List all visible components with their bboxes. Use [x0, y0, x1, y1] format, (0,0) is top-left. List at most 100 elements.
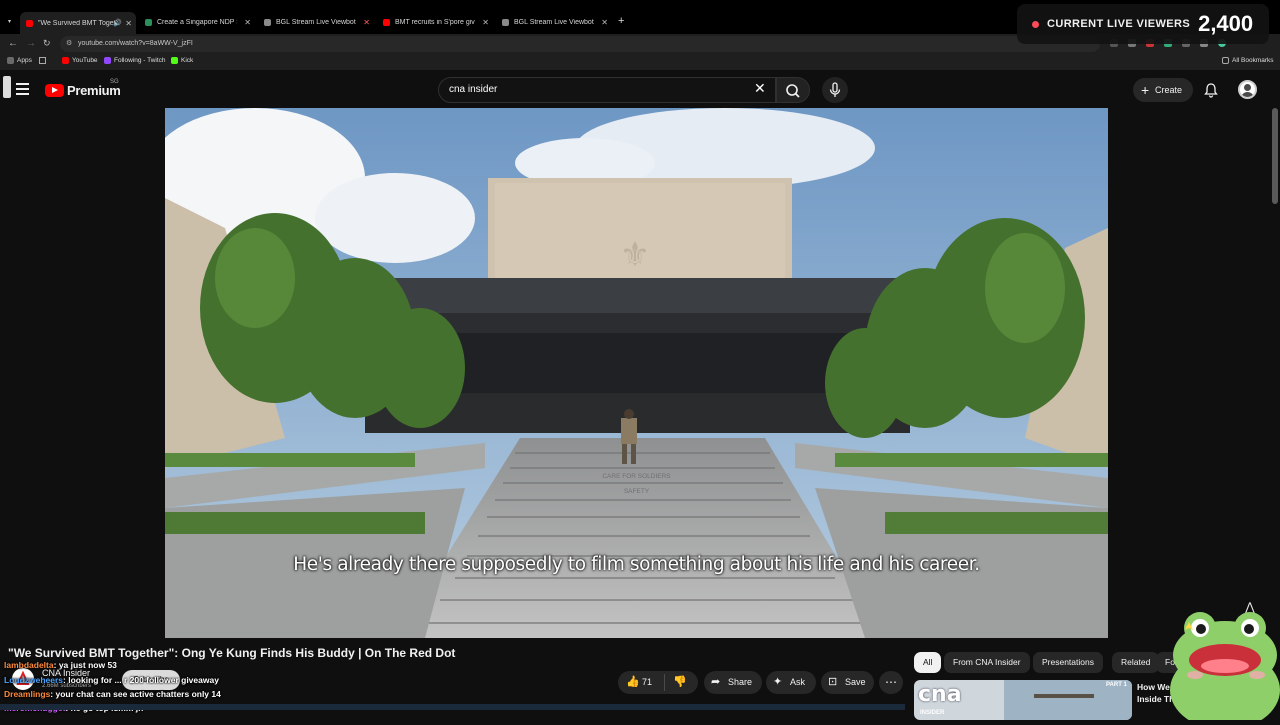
- address-bar[interactable]: ⚙ youtube.com/watch?v=8aWW-V_jzFI: [60, 36, 1100, 52]
- chip-presentations[interactable]: Presentations: [1033, 652, 1103, 673]
- tab-close-icon[interactable]: ✕: [482, 18, 489, 27]
- chat-username: lambdadelta: [4, 660, 54, 670]
- thumbnail-logo-text: cna: [918, 682, 962, 707]
- thumbnail-detail: [1034, 694, 1094, 698]
- bookmark-label: Following - Twitch: [114, 57, 166, 64]
- search-icon: [786, 84, 800, 98]
- create-label: Create: [1155, 85, 1183, 95]
- tab-search-icon[interactable]: ▾: [8, 18, 11, 25]
- tab-title: "We Survived BMT Togethe: [38, 19, 118, 27]
- tab-title: BGL Stream Live Viewbots: [514, 19, 594, 26]
- country-code: SG: [110, 79, 119, 85]
- bookmark-kick[interactable]: Kick: [171, 57, 193, 64]
- browser-tab[interactable]: Create a Singapore NDP Song ✕: [139, 13, 255, 32]
- bookmark-label: Kick: [181, 57, 194, 64]
- chat-text: ya just now 53: [58, 660, 117, 670]
- speaker-icon[interactable]: 🔊: [113, 19, 122, 27]
- chip-related[interactable]: Related: [1112, 652, 1160, 673]
- reload-icon[interactable]: ↻: [43, 38, 51, 49]
- browser-tab[interactable]: BMT recruits in S'pore given m ✕: [377, 13, 493, 32]
- chip-all[interactable]: All: [914, 652, 942, 673]
- save-button[interactable]: ⊡ Save: [821, 671, 874, 694]
- youtube-header: Premium SG cna insider ✕ + Create: [0, 70, 1280, 108]
- tab-close-icon[interactable]: ✕: [363, 18, 370, 27]
- chat-text: looking for ... r 200 follower giveaway: [68, 675, 219, 685]
- chat-username: Dreamlings: [4, 689, 51, 699]
- voice-search-button[interactable]: [822, 77, 848, 103]
- chat-message: Loudzweheers: looking for ... r 200 foll…: [4, 675, 219, 685]
- folder-icon: [1222, 57, 1229, 64]
- dislike-icon[interactable]: 👎: [673, 671, 687, 694]
- youtube-icon: [62, 57, 69, 64]
- live-viewers-count: 2,400: [1198, 11, 1254, 36]
- bookmark-apps[interactable]: Apps: [7, 57, 32, 64]
- url-text: youtube.com/watch?v=8aWW-V_jzFI: [78, 40, 193, 47]
- bookmark-icon: ⊡: [828, 676, 838, 688]
- tab-favicon-icon: [264, 19, 271, 26]
- browser-tab[interactable]: BGL Stream Live Viewbots ✕: [496, 13, 612, 32]
- sign-text: SAFETY: [623, 488, 650, 495]
- tab-close-icon[interactable]: ✕: [244, 18, 251, 27]
- browser-tab[interactable]: BGL Stream Live Viewbots ✕: [258, 13, 374, 32]
- ask-label: Ask: [790, 677, 806, 687]
- clear-search-icon[interactable]: ✕: [754, 80, 766, 97]
- more-actions-icon[interactable]: ⋯: [879, 671, 903, 694]
- tab-close-icon[interactable]: ✕: [601, 18, 608, 27]
- chat-text: your chat can see active chatters only 1…: [55, 689, 221, 699]
- frog-mascot-overlay: [1165, 610, 1280, 725]
- frog-mascot-icon: [1170, 612, 1280, 725]
- chat-message: Dreamlings: your chat can see active cha…: [4, 689, 221, 699]
- bookmarks-bar: Apps YouTube Following - Twitch Kick All…: [0, 54, 1280, 70]
- youtube-favicon-icon: [383, 19, 390, 26]
- sparkle-icon: ✦: [773, 676, 783, 688]
- chat-username: Loudzweheers: [4, 675, 64, 685]
- search-input[interactable]: cna insider: [438, 77, 776, 103]
- tab-title: Create a Singapore NDP Song: [157, 19, 237, 26]
- youtube-logo[interactable]: Premium SG: [45, 79, 121, 98]
- menu-icon[interactable]: [16, 83, 29, 98]
- forward-icon[interactable]: →: [26, 38, 36, 49]
- page-scrollbar[interactable]: [1272, 108, 1278, 204]
- bookmark-label: All Bookmarks: [1232, 57, 1274, 64]
- twitch-icon: [104, 57, 111, 64]
- live-dot-icon: [1032, 20, 1039, 28]
- youtube-favicon-icon: [26, 19, 33, 27]
- like-icon[interactable]: 👍: [626, 671, 640, 694]
- bell-shape: [1204, 83, 1218, 98]
- search-button[interactable]: [776, 77, 810, 103]
- bookmark-twitch[interactable]: Following - Twitch: [104, 57, 166, 64]
- share-button[interactable]: ➦ Share: [704, 671, 762, 694]
- chip-from-channel[interactable]: From CNA Insider: [944, 652, 1030, 673]
- live-viewers-label: CURRENT LIVE VIEWERS: [1047, 18, 1191, 30]
- new-tab-button[interactable]: +: [618, 15, 624, 27]
- recommended-video-thumbnail[interactable]: cna INSIDER PART 1: [914, 680, 1132, 720]
- apps-grid-icon: [7, 57, 14, 64]
- thumbnail-part-label: PART 1: [1106, 682, 1127, 688]
- microphone-icon: [829, 82, 841, 97]
- bookmark-youtube[interactable]: YouTube: [62, 57, 98, 64]
- account-avatar[interactable]: [1238, 80, 1257, 99]
- site-info-icon[interactable]: ⚙: [66, 36, 72, 52]
- back-icon[interactable]: ←: [8, 38, 18, 49]
- like-count[interactable]: 71: [642, 671, 652, 694]
- logo-text: Premium: [67, 83, 121, 98]
- all-bookmarks[interactable]: All Bookmarks: [1222, 57, 1274, 64]
- ask-button[interactable]: ✦ Ask: [766, 671, 816, 694]
- tab-favicon-icon: [145, 19, 152, 26]
- svg-text:⚜: ⚜: [620, 235, 650, 275]
- notifications-icon[interactable]: [1203, 82, 1219, 103]
- bookmark-label: YouTube: [72, 57, 98, 64]
- youtube-play-icon: [45, 84, 64, 97]
- create-button[interactable]: + Create: [1133, 78, 1193, 102]
- tab-favicon-icon: [502, 19, 509, 26]
- chat-message: lambdadelta: ya just now 53: [4, 660, 117, 670]
- divider: [664, 674, 665, 691]
- share-label: Share: [728, 677, 753, 687]
- like-dislike-group: 👍 71 👎: [618, 671, 698, 694]
- browser-tab-active[interactable]: "We Survived BMT Togethe 🔊 ✕: [20, 12, 136, 34]
- video-subtitle: He's already there supposedly to film so…: [293, 554, 980, 575]
- video-player[interactable]: ⚜ CARE FOR SOLDIERS SAFETY He's already …: [165, 108, 1108, 638]
- tab-close-icon[interactable]: ✕: [125, 19, 132, 28]
- tab-groups-icon[interactable]: [39, 57, 46, 64]
- tab-title: BMT recruits in S'pore given m: [395, 19, 475, 26]
